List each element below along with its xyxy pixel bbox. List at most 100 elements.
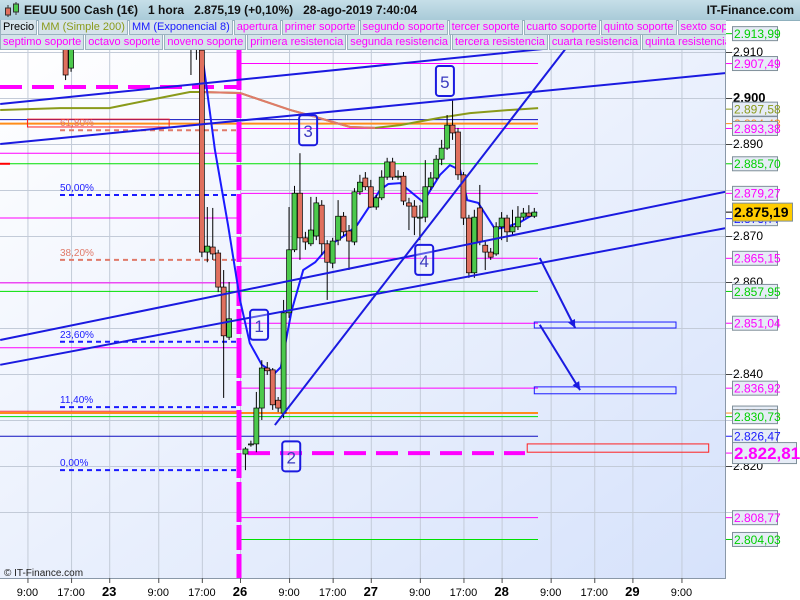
candle-up — [509, 226, 516, 233]
x-tick-label: 28 — [494, 584, 508, 599]
time-axis[interactable]: 9:00 17:00 23 9:00 17:00 26 9:00 17:00 27 9:00 17:… — [17, 578, 692, 599]
y-tick-label: 2.890 — [733, 137, 763, 151]
candle-up — [280, 312, 287, 414]
legend-item[interactable]: quinta resistencia — [642, 35, 726, 50]
price-label-text: 2.885,70 — [734, 157, 781, 171]
y-tick-label: 2.870 — [733, 229, 763, 243]
candle-up — [384, 161, 390, 178]
candle-down — [411, 205, 418, 218]
price-chart[interactable]: 61,80%50,00%38,20%23,60%11,40%0,00%12345… — [0, 0, 800, 600]
legend-item[interactable]: primer soporte — [281, 20, 359, 35]
candle-down — [362, 177, 369, 188]
wave-label: 5 — [440, 73, 449, 92]
x-tick-label: 17:00 — [450, 587, 478, 599]
legend-item[interactable]: cuarta resistencia — [548, 35, 642, 50]
price-label-text: 2.804,03 — [734, 533, 781, 547]
candle-up — [498, 217, 505, 228]
candle-up — [335, 215, 341, 241]
candle-down — [389, 161, 396, 178]
x-tick-label: 17:00 — [580, 587, 608, 599]
candle-down — [482, 244, 489, 253]
candle-down — [449, 124, 456, 134]
legend-item[interactable]: Precio — [0, 20, 38, 35]
wave-label: 2 — [286, 448, 295, 467]
candle-down — [318, 204, 325, 245]
legend-item[interactable]: quinto soporte — [600, 20, 677, 35]
x-tick-label: 9:00 — [278, 587, 299, 599]
candle-up — [433, 158, 440, 179]
price-label-text: 2.857,95 — [734, 285, 781, 299]
candle-up — [351, 191, 358, 243]
x-tick-label: 17:00 — [57, 587, 85, 599]
candle-down — [504, 217, 510, 233]
candle-down — [199, 50, 205, 253]
candle-up — [248, 443, 254, 446]
price-label: 2.822,81 — [726, 442, 800, 465]
legend-item[interactable]: primera resistencia — [247, 35, 347, 50]
candle-up — [308, 229, 314, 245]
legend-item[interactable]: tercer soporte — [448, 20, 523, 35]
candle-up — [515, 216, 521, 228]
candle-down — [525, 212, 532, 217]
legend-item[interactable]: noveno soporte — [164, 35, 247, 50]
candle-up — [242, 448, 249, 455]
candle-up — [493, 226, 499, 255]
x-tick-label: 17:00 — [188, 587, 216, 599]
legend-item[interactable]: MM (Simple 200) — [38, 20, 128, 35]
price-label-text: 2.879,27 — [734, 187, 781, 201]
candle-down — [340, 215, 347, 233]
candle-down — [302, 237, 309, 243]
price-label: 2.893,38 — [726, 120, 781, 136]
candle-up — [373, 197, 380, 208]
candle-up — [395, 175, 401, 178]
brand-label: IT-Finance.com — [706, 3, 794, 17]
candle-up — [204, 245, 211, 253]
legend-item[interactable]: segundo soporte — [359, 20, 448, 35]
candle-up — [329, 240, 336, 264]
candle-down — [215, 252, 222, 288]
price-label-text: 2.822,81 — [734, 444, 800, 463]
candle-down — [367, 186, 374, 208]
candle-down — [346, 230, 352, 242]
legend-item[interactable]: segunda resistencia — [347, 35, 452, 50]
candle-up — [291, 192, 298, 251]
candle-down — [275, 399, 281, 409]
price-label-text: 2.897,58 — [734, 102, 781, 116]
chart-title: EEUU 500 Cash (1€) 1 hora 2.875,19 (+0,1… — [24, 3, 418, 17]
legend-item[interactable]: MM (Exponencial 8) — [128, 20, 233, 35]
price-label-text: 2.830,73 — [734, 410, 781, 424]
legend-item[interactable]: tercera resistencia — [452, 35, 548, 50]
candle-up — [427, 177, 434, 188]
price-label: 2.851,04 — [726, 315, 781, 331]
legend-item[interactable]: octavo soporte — [85, 35, 164, 50]
candle-down — [324, 243, 331, 263]
copyright-label: © IT-Finance.com — [4, 568, 84, 579]
price-label-text: 2.913,99 — [734, 27, 781, 41]
price-label: 2.830,73 — [726, 409, 781, 425]
legend-item[interactable]: apertura — [233, 20, 281, 35]
price-label-text: 2.907,49 — [734, 57, 781, 71]
candle-down — [406, 202, 412, 207]
x-tick-label: 9:00 — [17, 587, 38, 599]
candle-down — [264, 367, 271, 372]
price-axis[interactable]: 2.9102.9002.8902.8702.8602.8402.8202.913… — [726, 26, 800, 547]
candle-down — [455, 131, 461, 176]
candle-down — [209, 246, 216, 255]
x-tick-label: 29 — [625, 584, 639, 599]
candle-up — [313, 202, 320, 237]
price-label-text: 2.893,38 — [734, 122, 781, 136]
price-label: 2.804,03 — [726, 531, 781, 547]
candle-down — [400, 175, 407, 202]
candle-down — [297, 192, 303, 239]
legend-item[interactable]: septimo soporte — [0, 35, 85, 50]
legend-item[interactable]: cuarto soporte — [523, 20, 600, 35]
wave-label: 1 — [254, 317, 263, 336]
fib-label: 61,80% — [60, 118, 94, 129]
fib-label: 0,00% — [60, 458, 88, 469]
fib-label: 23,60% — [60, 330, 94, 341]
x-tick-label: 9:00 — [148, 587, 169, 599]
y-tick-label: 2.840 — [733, 367, 763, 381]
legend-item[interactable]: sexto soporte — [677, 20, 726, 35]
candle-up — [357, 181, 363, 193]
wave-label: 4 — [419, 252, 428, 271]
